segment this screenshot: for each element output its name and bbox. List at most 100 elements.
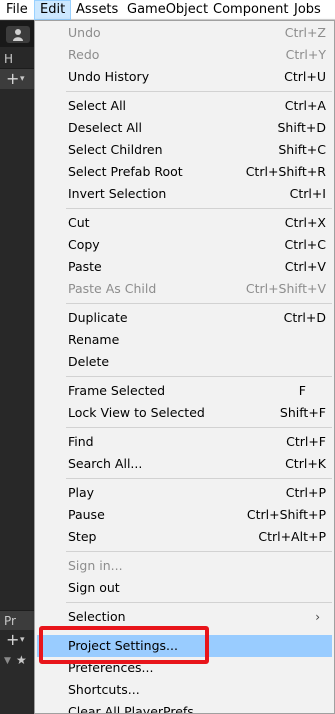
menu-item-rename[interactable]: Rename (35, 329, 334, 351)
menu-item-clear-all-playerprefs[interactable]: Clear All PlayerPrefs (35, 701, 334, 714)
menu-item-select-all[interactable]: Select All Ctrl+A (35, 95, 334, 117)
menu-item-label: Sign out (68, 580, 120, 595)
menu-item-label: Invert Selection (68, 186, 167, 201)
menu-item-shortcut: Ctrl+D (283, 310, 326, 325)
menu-item-frame-selected[interactable]: Frame Selected F (35, 380, 334, 402)
hierarchy-tab[interactable]: H (4, 52, 13, 66)
menu-item-shortcut: Ctrl+P (285, 485, 326, 500)
menu-item-label: Undo History (68, 69, 150, 84)
menu-item-label: Search All... (68, 456, 143, 471)
menu-edit[interactable]: Edit (34, 0, 72, 20)
add-icon[interactable]: + (6, 71, 19, 87)
menu-assets[interactable]: Assets (76, 0, 118, 20)
menu-item-undo-history[interactable]: Undo History Ctrl+U (35, 66, 334, 88)
menu-item-shortcut: Shift+C (278, 142, 326, 157)
menu-item-label: Select All (68, 98, 127, 113)
project-tab[interactable]: Pr (4, 614, 16, 628)
menu-item-selection[interactable]: Selection › (35, 606, 334, 628)
menu-item-label: Undo (68, 25, 101, 40)
edit-menu-dropdown: Undo Ctrl+Z Redo Ctrl+Y Undo History Ctr… (34, 20, 335, 714)
menu-item-shortcut: Ctrl+Shift+R (245, 164, 326, 179)
menu-item-shortcut: Ctrl+U (284, 69, 326, 84)
menu-item-label: Select Children (68, 142, 163, 157)
menu-item-paste[interactable]: Paste Ctrl+V (35, 256, 334, 278)
menu-item-label: Copy (68, 237, 100, 252)
menu-item-label: Rename (68, 332, 120, 347)
menu-item-label: Step (68, 529, 97, 544)
menu-separator (66, 303, 332, 304)
menu-item-shortcut: Ctrl+V (284, 259, 326, 274)
menu-separator (66, 427, 332, 428)
menu-item-deselect-all[interactable]: Deselect All Shift+D (35, 117, 334, 139)
menu-item-undo[interactable]: Undo Ctrl+Z (35, 22, 334, 44)
menu-item-shortcut: Ctrl+X (284, 215, 326, 230)
menu-item-shortcut: Ctrl+Shift+P (246, 507, 326, 522)
menu-item-paste-as-child[interactable]: Paste As Child Ctrl+Shift+V (35, 278, 334, 300)
menu-item-sign-in[interactable]: Sign in... (35, 555, 334, 577)
menu-item-label: Paste (68, 259, 102, 274)
menu-item-shortcut: Ctrl+Y (285, 47, 326, 62)
menu-item-lock-view-to-selected[interactable]: Lock View to Selected Shift+F (35, 402, 334, 424)
menu-item-shortcut: Ctrl+Shift+V (245, 281, 326, 296)
menu-item-delete[interactable]: Delete (35, 351, 334, 373)
menu-separator (66, 602, 332, 603)
menu-item-shortcut: Ctrl+A (284, 98, 326, 113)
menu-item-shortcut: F (298, 383, 306, 398)
menu-separator (66, 208, 332, 209)
menu-item-shortcuts[interactable]: Shortcuts... (35, 679, 334, 701)
menu-item-play[interactable]: Play Ctrl+P (35, 482, 334, 504)
menu-item-sign-out[interactable]: Sign out (35, 577, 334, 599)
menu-item-label: Lock View to Selected (68, 405, 205, 420)
menu-separator (66, 551, 332, 552)
menu-item-search-all[interactable]: Search All... Ctrl+K (35, 453, 334, 475)
menu-jobs[interactable]: Jobs (294, 0, 321, 20)
menu-item-label: Select Prefab Root (68, 164, 183, 179)
menu-item-cut[interactable]: Cut Ctrl+X (35, 212, 334, 234)
menu-item-shortcut: Ctrl+Alt+P (258, 529, 326, 544)
menu-item-shortcut: Ctrl+K (285, 456, 326, 471)
add-dropdown-icon[interactable]: ▾ (20, 72, 25, 86)
menu-item-invert-selection[interactable]: Invert Selection Ctrl+I (35, 183, 334, 205)
menu-item-shortcut: Ctrl+I (289, 186, 326, 201)
menu-separator (66, 91, 332, 92)
menu-item-step[interactable]: Step Ctrl+Alt+P (35, 526, 334, 548)
expand-icon[interactable]: ▼ (4, 654, 11, 668)
menu-item-label: Delete (68, 354, 110, 369)
menu-item-label: Paste As Child (68, 281, 157, 296)
favorites-star-icon: ★ (16, 653, 27, 667)
menu-item-label: Clear All PlayerPrefs (68, 704, 194, 714)
account-icon (13, 29, 23, 41)
menu-item-shortcut: Ctrl+Z (284, 25, 326, 40)
project-add-dropdown-icon[interactable]: ▾ (20, 633, 25, 647)
menu-item-shortcut: Ctrl+C (284, 237, 326, 252)
menu-item-label: Duplicate (68, 310, 128, 325)
menu-separator (66, 376, 332, 377)
menu-bar: File Edit Assets GameObject Component Jo… (0, 0, 335, 20)
menu-file[interactable]: File (6, 0, 28, 20)
menu-item-label: Deselect All (68, 120, 142, 135)
menu-component[interactable]: Component (213, 0, 288, 20)
annotation-highlight-box (39, 626, 209, 664)
menu-gameobject[interactable]: GameObject (127, 0, 208, 20)
menu-item-pause[interactable]: Pause Ctrl+Shift+P (35, 504, 334, 526)
menu-item-label: Cut (68, 215, 90, 230)
menu-item-label: Sign in... (68, 558, 123, 573)
menu-item-label: Play (68, 485, 95, 500)
menu-separator (66, 478, 332, 479)
project-add-icon[interactable]: + (6, 632, 19, 648)
menu-item-label: Redo (68, 47, 100, 62)
menu-item-label: Shortcuts... (68, 682, 140, 697)
menu-item-shortcut: Shift+D (277, 120, 326, 135)
menu-item-find[interactable]: Find Ctrl+F (35, 431, 334, 453)
menu-item-label: Pause (68, 507, 105, 522)
menu-item-copy[interactable]: Copy Ctrl+C (35, 234, 334, 256)
menu-item-select-prefab-root[interactable]: Select Prefab Root Ctrl+Shift+R (35, 161, 334, 183)
menu-item-select-children[interactable]: Select Children Shift+C (35, 139, 334, 161)
menu-item-label: Find (68, 434, 94, 449)
account-button[interactable] (6, 26, 30, 43)
menu-item-shortcut: Shift+F (279, 405, 326, 420)
menu-item-label: Frame Selected (68, 383, 166, 398)
menu-item-label: Selection (68, 609, 126, 624)
menu-item-duplicate[interactable]: Duplicate Ctrl+D (35, 307, 334, 329)
menu-item-redo[interactable]: Redo Ctrl+Y (35, 44, 334, 66)
